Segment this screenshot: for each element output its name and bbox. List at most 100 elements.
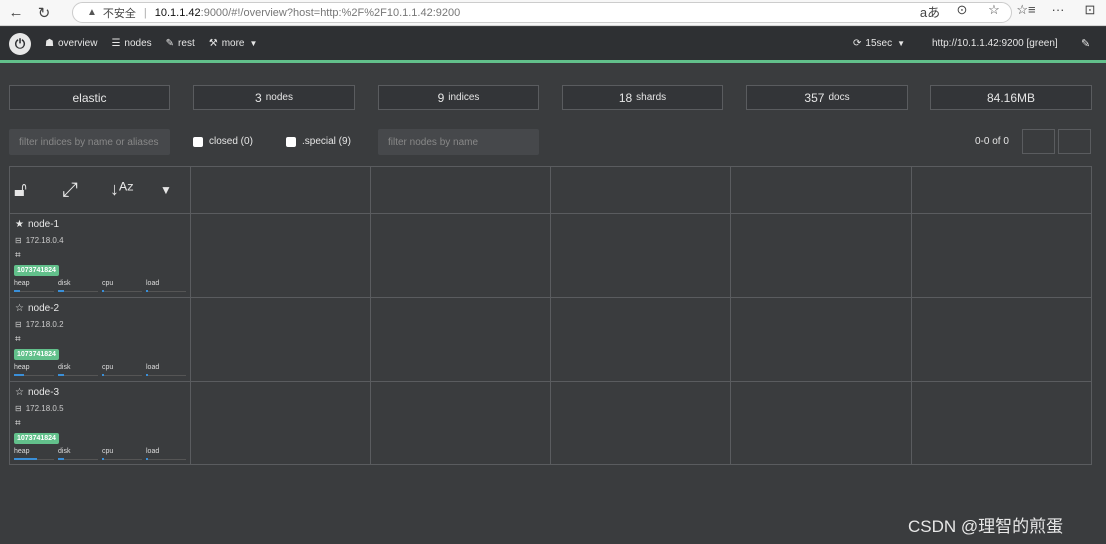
metric-fill bbox=[146, 290, 148, 292]
node-name-label: node-2 bbox=[27, 303, 60, 314]
closed-checkbox[interactable]: closed (0) bbox=[193, 136, 253, 147]
column-divider bbox=[911, 167, 912, 464]
node-name[interactable]: ☆ node-3 bbox=[15, 387, 59, 398]
nav-overview-label: overview bbox=[57, 38, 98, 49]
metric-track bbox=[58, 459, 98, 460]
browser-toolbar: ← ↻ ▲ 不安全 | 10.1.1.42:9000/#!/overview?h… bbox=[0, 0, 1106, 26]
expand-icon[interactable]: ⤢ bbox=[62, 179, 78, 202]
crop-icon[interactable]: ⌗ bbox=[15, 334, 21, 345]
app-topbar: ⏻ ☗ overview ☰ nodes ✎ rest ⚒ more ▼ ⟳ 15sec ▼ … bbox=[0, 27, 1106, 60]
metric-fill bbox=[102, 290, 104, 292]
metric-load: load bbox=[146, 448, 186, 460]
filter-nodes-input[interactable]: filter nodes by name bbox=[378, 129, 539, 155]
nav-rest-label: rest bbox=[178, 38, 195, 49]
size-stat: 84.16MB bbox=[930, 85, 1092, 110]
cluster-host-url[interactable]: http://10.1.1.42:9200 [green] bbox=[932, 27, 1058, 60]
reload-icon[interactable]: ↻ bbox=[32, 1, 56, 25]
metric-track bbox=[146, 375, 186, 376]
url-separator: | bbox=[143, 6, 147, 19]
url-host: 10.1.1.42 bbox=[154, 6, 201, 19]
metric-load: load bbox=[146, 364, 186, 376]
metric-fill bbox=[58, 374, 64, 376]
metric-label: disk bbox=[58, 364, 71, 371]
unlock-icon[interactable]: 🔓︎ bbox=[14, 179, 27, 202]
node-name[interactable]: ☆ node-2 bbox=[15, 303, 59, 314]
nav-nodes-label: nodes bbox=[124, 38, 152, 49]
checkbox-box[interactable] bbox=[193, 136, 203, 147]
metric-track bbox=[102, 291, 142, 292]
sidebar-icon[interactable]: ⊡ bbox=[1074, 2, 1106, 21]
node-row: ★ node-1 ⊟ 172.18.0.4 ⌗ 1073741824 heap di… bbox=[10, 214, 190, 298]
metric-fill bbox=[58, 290, 64, 292]
nav-nodes[interactable]: ☰ nodes bbox=[111, 38, 151, 49]
column-divider bbox=[370, 167, 371, 464]
address-bar[interactable]: ▲ 不安全 | 10.1.1.42:9000/#!/overview?host=… bbox=[72, 2, 1012, 23]
nav-overview[interactable]: ☗ overview bbox=[45, 38, 97, 49]
metric-fill bbox=[146, 458, 148, 460]
metric-fill bbox=[102, 374, 104, 376]
chevron-down-icon: ▼ bbox=[249, 39, 258, 48]
metric-fill bbox=[14, 458, 38, 460]
metric-label: load bbox=[146, 364, 160, 371]
refresh-interval-label: 15sec bbox=[865, 38, 893, 49]
metric-track bbox=[102, 375, 142, 376]
node-row: ☆ node-3 ⊟ 172.18.0.5 ⌗ 1073741824 heap di… bbox=[10, 382, 190, 466]
nodes-unit: nodes bbox=[265, 92, 293, 103]
shards-count: 18 bbox=[618, 90, 633, 105]
cluster-name-stat: elastic bbox=[9, 85, 170, 110]
warning-icon: ▲ bbox=[87, 7, 97, 18]
sort-alpha-icon[interactable]: ↓ᴬᶻ bbox=[110, 179, 134, 200]
next-page-button[interactable] bbox=[1058, 129, 1091, 154]
read-aloud-icon[interactable]: aあ bbox=[914, 2, 946, 21]
refresh-interval-dropdown[interactable]: ⟳ 15sec ▼ bbox=[853, 27, 905, 60]
favorites-icon[interactable]: ☆≡ bbox=[1010, 2, 1042, 21]
elasticsearch-logo[interactable]: ⏻ bbox=[9, 32, 31, 55]
prev-page-button[interactable] bbox=[1022, 129, 1055, 154]
docs-count: 357 bbox=[804, 90, 825, 105]
node-ip-label: 172.18.0.2 bbox=[25, 320, 64, 329]
special-checkbox[interactable]: .special (9) bbox=[286, 136, 351, 147]
node-metrics: heap disk cpu load bbox=[14, 280, 188, 294]
favorite-star-icon[interactable]: ☆ bbox=[978, 2, 1010, 21]
shards-unit: shards bbox=[636, 92, 667, 103]
list-icon: ☰ bbox=[111, 38, 121, 49]
node-name-label: node-1 bbox=[27, 219, 60, 230]
node-badge: 1073741824 bbox=[14, 265, 59, 276]
menu-dots-icon[interactable]: ··· bbox=[1042, 2, 1074, 21]
nav-more[interactable]: ⚒ more ▼ bbox=[209, 38, 258, 49]
crop-icon[interactable]: ⌗ bbox=[15, 250, 21, 261]
back-icon[interactable]: ← bbox=[4, 1, 28, 25]
metric-heap: heap bbox=[14, 448, 54, 460]
checkbox-box[interactable] bbox=[286, 136, 296, 147]
plug-icon[interactable]: ✎ bbox=[1081, 27, 1090, 60]
node-metrics: heap disk cpu load bbox=[14, 448, 188, 462]
docs-stat: 357 docs bbox=[746, 85, 908, 110]
metric-load: load bbox=[146, 280, 186, 292]
metric-label: heap bbox=[14, 364, 30, 371]
metric-disk: disk bbox=[58, 280, 98, 292]
filter-indices-input[interactable]: filter indices by name or aliases bbox=[9, 129, 170, 155]
metric-track bbox=[146, 291, 186, 292]
hdd-icon: ⊟ bbox=[15, 236, 22, 245]
nodes-stat: 3 nodes bbox=[193, 85, 355, 110]
crop-icon[interactable]: ⌗ bbox=[15, 418, 21, 429]
star-filled-icon: ★ bbox=[15, 219, 24, 230]
hdd-icon: ⊟ bbox=[15, 320, 22, 329]
indices-unit: indices bbox=[448, 92, 480, 103]
node-name[interactable]: ★ node-1 bbox=[15, 219, 59, 230]
node-ip-label: 172.18.0.4 bbox=[25, 236, 64, 245]
node-metrics: heap disk cpu load bbox=[14, 364, 188, 378]
star-outline-icon: ☆ bbox=[15, 387, 24, 398]
metric-label: cpu bbox=[102, 364, 114, 371]
metric-disk: disk bbox=[58, 364, 98, 376]
nav-rest[interactable]: ✎ rest bbox=[166, 38, 195, 49]
column-divider bbox=[730, 167, 731, 464]
extension-icon[interactable]: ⊙ bbox=[946, 2, 978, 21]
metric-cpu: cpu bbox=[102, 448, 142, 460]
metric-disk: disk bbox=[58, 448, 98, 460]
metric-fill bbox=[146, 374, 148, 376]
node-badge: 1073741824 bbox=[14, 433, 59, 444]
watermark: CSDN @理智的煎蛋 bbox=[908, 517, 1064, 536]
docs-unit: docs bbox=[828, 92, 850, 103]
caret-down-icon[interactable]: ▼ bbox=[160, 183, 172, 197]
